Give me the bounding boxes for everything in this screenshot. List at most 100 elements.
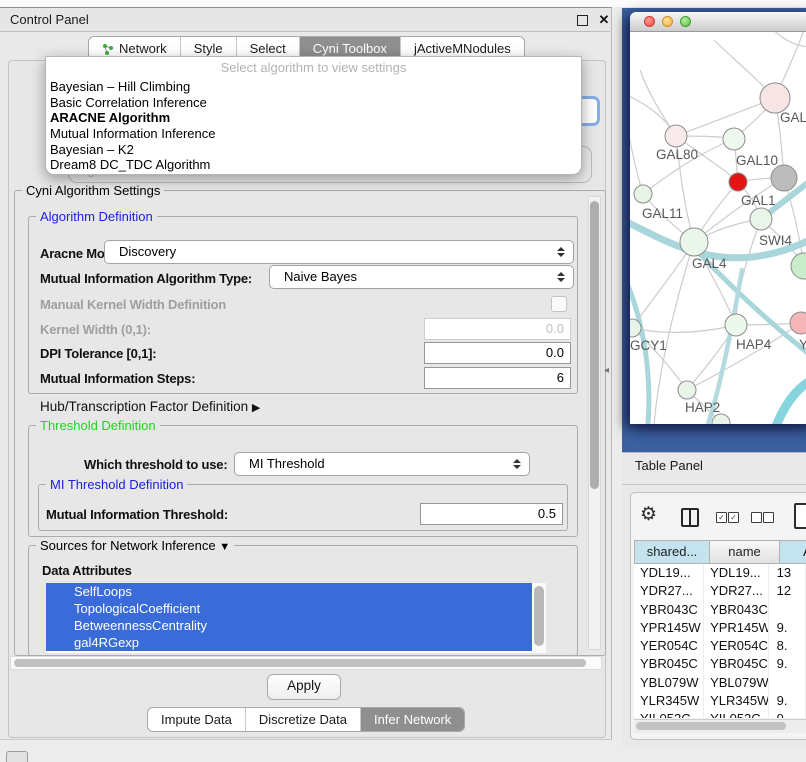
network-node[interactable] xyxy=(712,414,730,424)
network-node[interactable] xyxy=(725,314,747,336)
checked-box-icon[interactable]: ✓ xyxy=(728,512,739,523)
column-header-a[interactable]: A xyxy=(780,540,806,564)
dpi-tolerance-field[interactable]: 0.0 xyxy=(424,342,571,364)
scrollbar-thumb[interactable] xyxy=(590,201,599,489)
table-cell: YDR27... xyxy=(704,582,769,600)
tab-infer-network[interactable]: Infer Network xyxy=(360,708,464,731)
network-icon xyxy=(102,43,114,55)
data-attribute-option-topologicalcoefficient[interactable]: TopologicalCoefficient xyxy=(46,600,532,617)
table-row[interactable]: YBR043CYBR043C xyxy=(634,601,806,619)
table-row[interactable]: YBR045CYBR045C9. xyxy=(634,655,806,673)
network-node[interactable] xyxy=(723,128,745,150)
network-canvas[interactable]: GALGAL80GAL10GAL1GAL11SWI4GAL4GCY1HAP4YH… xyxy=(630,32,806,424)
application-window: Control Panel ✕ NetworkStyleSelectCyni T… xyxy=(0,0,806,762)
table-row[interactable]: YDR27...YDR27...12 xyxy=(634,582,806,600)
table-cell: YBR045C xyxy=(634,655,704,673)
column-header-name[interactable]: name xyxy=(710,540,780,564)
bottom-left-button[interactable] xyxy=(6,751,28,762)
network-node[interactable] xyxy=(790,312,806,334)
data-attribute-option-gal4rgexp[interactable]: gal4RGexp xyxy=(46,634,532,651)
node-label: GAL11 xyxy=(642,206,683,221)
panel-collapse-icon[interactable]: ◂ xyxy=(604,365,609,376)
unchecked-box-icon[interactable] xyxy=(751,512,762,523)
expand-right-icon[interactable]: ▶ xyxy=(252,402,260,414)
network-node[interactable] xyxy=(680,228,708,256)
which-threshold-combo[interactable]: MI Threshold xyxy=(234,452,530,476)
network-node[interactable] xyxy=(771,165,797,191)
algorithm-option-bayesian-hill-climbing[interactable]: Bayesian – Hill Climbing xyxy=(46,79,581,95)
minimize-traffic-light-icon[interactable] xyxy=(662,16,673,27)
table-row[interactable]: YBL079WYBL079W xyxy=(634,674,806,692)
algorithm-dropdown-prompt: Select algorithm to view settings xyxy=(46,57,581,79)
close-traffic-light-icon[interactable] xyxy=(644,16,655,27)
mi-type-combo[interactable]: Naive Bayes xyxy=(269,265,574,289)
data-attribute-option-betweennesscentrality[interactable]: BetweennessCentrality xyxy=(46,617,532,634)
table-body[interactable]: YDL19...YDL19...13YDR27...YDR27...12YBR0… xyxy=(634,564,806,718)
checked-box-icon[interactable]: ✓ xyxy=(716,512,727,523)
algorithm-option-mutual-information-inference[interactable]: Mutual Information Inference xyxy=(46,126,581,142)
algorithm-option-dream8-dc-tdc-algorithm[interactable]: Dream8 DC_TDC Algorithm xyxy=(46,157,581,173)
table-row[interactable]: YDL19...YDL19...13 xyxy=(634,564,806,582)
network-node[interactable] xyxy=(750,208,772,230)
which-threshold-label: Which threshold to use: xyxy=(84,457,227,472)
network-edge xyxy=(630,130,643,194)
tab-label: Infer Network xyxy=(374,709,451,731)
document-icon[interactable] xyxy=(794,503,806,529)
hub-definition-expander[interactable]: Hub/Transcription Factor Definition ▶ xyxy=(40,399,260,414)
stepper-arrows-icon xyxy=(513,459,521,469)
table-horizontal-scrollbar[interactable] xyxy=(634,719,806,733)
node-label: SWI4 xyxy=(759,233,792,248)
table-row[interactable]: YPR145WYPR145W9. xyxy=(634,619,806,637)
table-row[interactable]: YER054CYER054C8. xyxy=(634,637,806,655)
sources-group-title[interactable]: Sources for Network Inference ▼ xyxy=(36,539,234,554)
table-cell xyxy=(769,601,806,619)
network-node[interactable] xyxy=(634,185,652,203)
zoom-traffic-light-icon[interactable] xyxy=(680,16,691,27)
network-window-titlebar[interactable] xyxy=(630,12,806,32)
float-window-icon[interactable] xyxy=(577,15,588,26)
unchecked-box-icon[interactable] xyxy=(763,512,774,523)
scrollbar-thumb[interactable] xyxy=(636,722,786,730)
mi-threshold-field[interactable]: 0.5 xyxy=(420,503,563,525)
table-cell: YLR345W xyxy=(634,692,704,710)
apply-button[interactable]: Apply xyxy=(267,674,341,700)
algorithm-dropdown-popup: Select algorithm to view settings Bayesi… xyxy=(45,56,582,175)
columns-icon[interactable] xyxy=(681,508,699,527)
tab-discretize-data[interactable]: Discretize Data xyxy=(245,708,360,731)
table-cell: YDR27... xyxy=(634,582,704,600)
settings-vertical-scrollbar[interactable] xyxy=(588,196,601,650)
table-row[interactable]: YLR345WYLR345W9. xyxy=(634,692,806,710)
column-header-shared[interactable]: shared... xyxy=(634,540,710,564)
network-window[interactable]: GALGAL80GAL10GAL1GAL11SWI4GAL4GCY1HAP4YH… xyxy=(630,12,806,423)
aracne-mode-combo[interactable]: Discovery xyxy=(104,240,574,264)
network-node[interactable] xyxy=(729,173,747,191)
algorithm-option-bayesian-k2[interactable]: Bayesian – K2 xyxy=(46,142,581,158)
list-scrollbar[interactable] xyxy=(532,583,546,653)
manual-kernel-checkbox[interactable] xyxy=(551,296,567,312)
algorithm-option-basic-correlation-inference[interactable]: Basic Correlation Inference xyxy=(46,95,581,111)
table-cell: YER054C xyxy=(634,637,704,655)
data-attributes-list[interactable]: SelfLoopsTopologicalCoefficientBetweenne… xyxy=(46,583,546,653)
mi-steps-field[interactable]: 6 xyxy=(424,367,571,389)
settings-horizontal-scrollbar[interactable] xyxy=(10,656,602,670)
network-node[interactable] xyxy=(678,381,696,399)
node-label: HAP2 xyxy=(685,400,720,415)
network-edge-highlighted xyxy=(776,378,806,424)
close-icon[interactable]: ✕ xyxy=(595,8,613,32)
network-node[interactable] xyxy=(665,125,687,147)
aracne-mode-value: Discovery xyxy=(119,244,176,259)
algorithm-option-aracne-algorithm[interactable]: ARACNE Algorithm xyxy=(46,110,581,126)
expand-down-icon[interactable]: ▼ xyxy=(219,541,230,553)
table-row[interactable]: YIL052CYIL052C9 xyxy=(634,710,806,718)
which-threshold-value: MI Threshold xyxy=(249,456,325,471)
network-desktop: GALGAL80GAL10GAL1GAL11SWI4GAL4GCY1HAP4YH… xyxy=(622,8,806,452)
scrollbar-thumb[interactable] xyxy=(534,586,544,646)
mi-type-value: Naive Bayes xyxy=(284,269,357,284)
scrollbar-thumb[interactable] xyxy=(14,659,586,667)
tab-impute-data[interactable]: Impute Data xyxy=(148,708,245,731)
gear-icon[interactable]: ⚙ xyxy=(640,503,657,526)
network-node[interactable] xyxy=(760,83,790,113)
data-attribute-option-selfloops[interactable]: SelfLoops xyxy=(46,583,532,600)
network-node[interactable] xyxy=(791,253,806,279)
kernel-width-field[interactable]: 0.0 xyxy=(424,318,571,340)
